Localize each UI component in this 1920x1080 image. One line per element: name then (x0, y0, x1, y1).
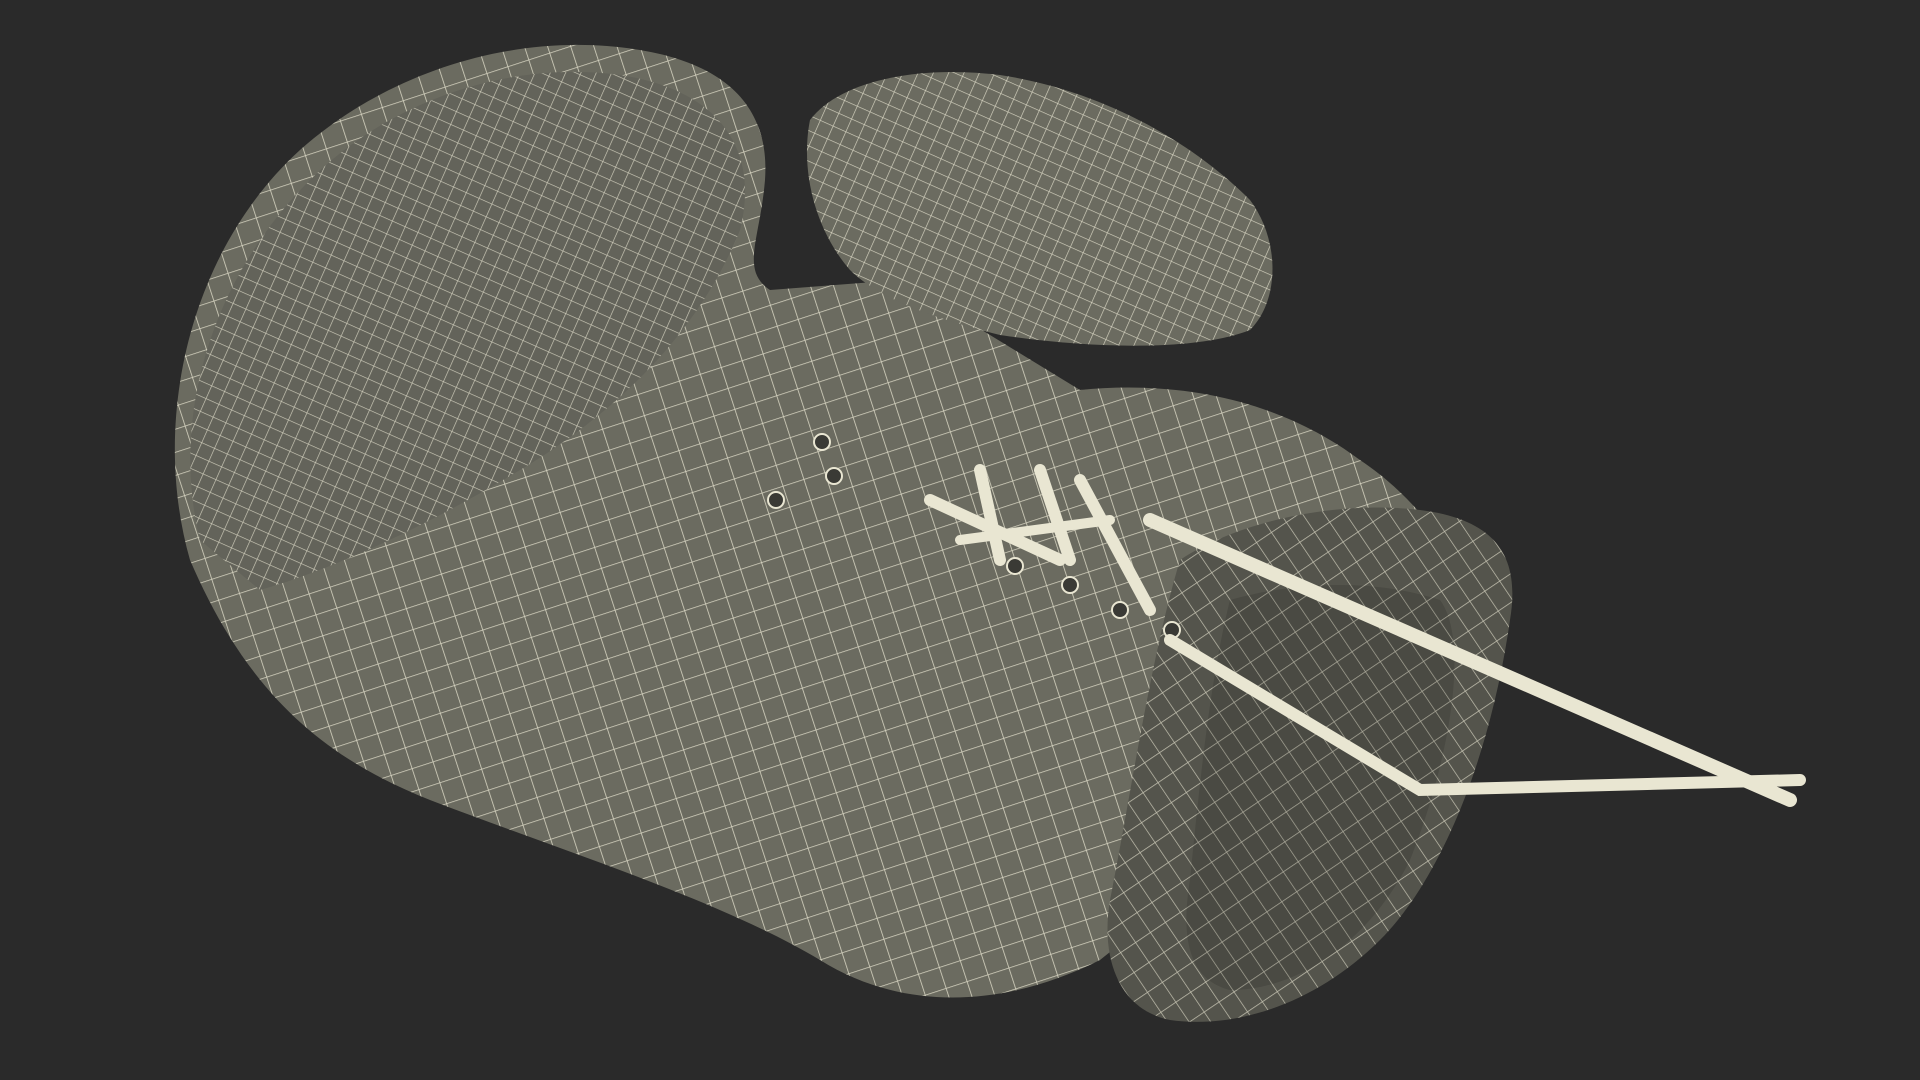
eyelet (825, 467, 843, 485)
glove-wireframe-render (174, 44, 1806, 1022)
eyelet (767, 491, 785, 509)
eyelet (1111, 601, 1129, 619)
eyelet (1061, 576, 1079, 594)
eyelet (813, 433, 831, 451)
eyelet (1006, 557, 1024, 575)
render-viewport (0, 0, 1920, 1080)
